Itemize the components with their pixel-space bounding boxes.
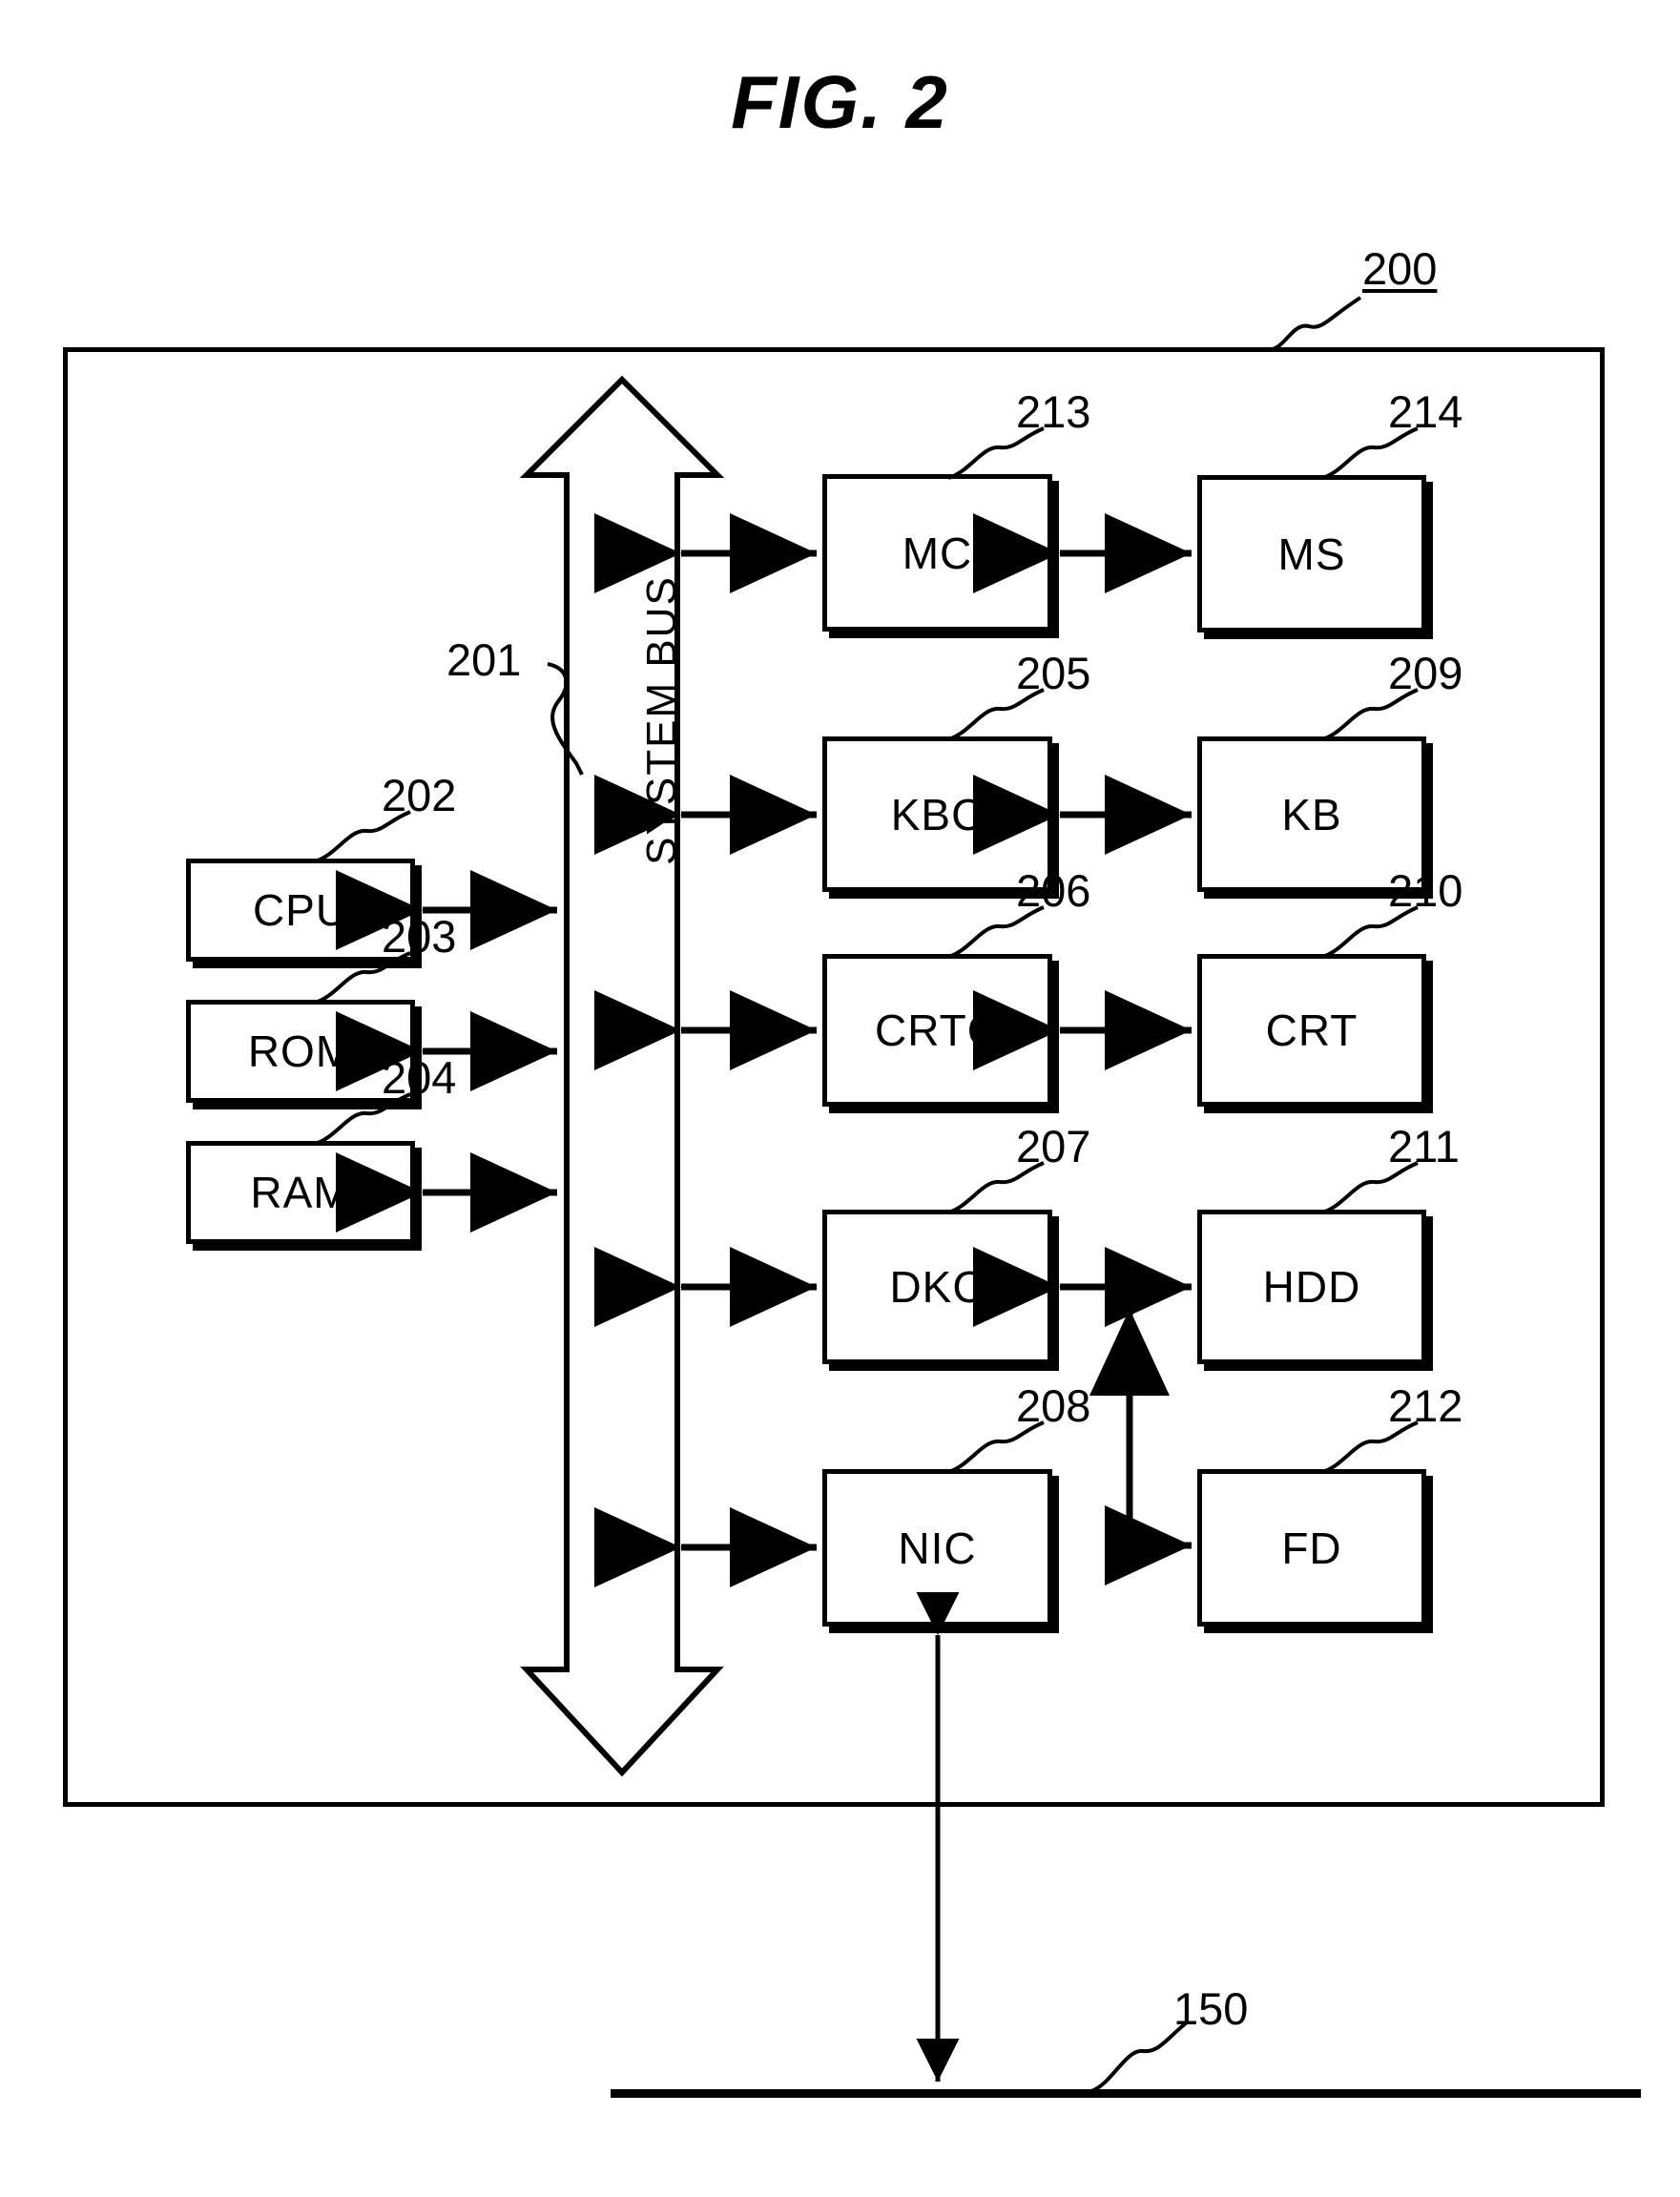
ref-numeral-207: 207 xyxy=(1016,1121,1091,1171)
block-ms: MS xyxy=(1197,475,1426,632)
block-ram-label: RAM xyxy=(250,1168,351,1217)
block-crt-label: CRT xyxy=(1265,1005,1359,1055)
ref-numeral-211: 211 xyxy=(1388,1121,1460,1171)
block-mc: MC xyxy=(822,474,1052,632)
block-mc-label: MC xyxy=(902,528,973,578)
ref-numeral-213: 213 xyxy=(1016,386,1091,437)
block-dkc-label: DKC xyxy=(889,1262,985,1312)
ref-numeral-212: 212 xyxy=(1388,1380,1463,1431)
ref-numeral-201: 201 xyxy=(446,634,522,685)
block-dkc: DKC xyxy=(822,1210,1052,1364)
block-kb-label: KB xyxy=(1281,789,1342,839)
block-kbc-label: KBC xyxy=(890,789,985,839)
figure-title: FIG. 2 xyxy=(731,60,949,144)
ref-numeral-204: 204 xyxy=(382,1052,457,1103)
ref-numeral-200: 200 xyxy=(1362,243,1438,294)
ref-numeral-206: 206 xyxy=(1016,865,1091,916)
ref-numeral-208: 208 xyxy=(1016,1380,1091,1431)
ref-numeral-205: 205 xyxy=(1016,648,1091,698)
system-bus-label: SYSTEM BUS xyxy=(638,575,685,865)
block-nic: NIC xyxy=(822,1469,1052,1627)
network-line-150 xyxy=(611,2089,1641,2098)
block-rom-label: ROM xyxy=(247,1026,354,1076)
block-rom: ROM xyxy=(186,1000,415,1103)
ref-numeral-150: 150 xyxy=(1173,1983,1249,2034)
ref-numeral-202: 202 xyxy=(382,770,457,820)
block-crt: CRT xyxy=(1197,954,1426,1107)
block-hdd-label: HDD xyxy=(1262,1262,1361,1312)
block-hdd: HDD xyxy=(1197,1210,1426,1364)
block-fd-label: FD xyxy=(1281,1523,1342,1573)
block-ram: RAM xyxy=(186,1141,415,1244)
ref-numeral-209: 209 xyxy=(1388,648,1463,698)
block-ms-label: MS xyxy=(1277,529,1346,579)
block-fd: FD xyxy=(1197,1469,1426,1627)
ref-numeral-210: 210 xyxy=(1388,865,1463,916)
ref-numeral-214: 214 xyxy=(1388,386,1463,437)
block-nic-label: NIC xyxy=(898,1523,977,1573)
block-crtc-label: CRTC xyxy=(875,1005,1000,1055)
ref-numeral-203: 203 xyxy=(382,911,457,962)
block-cpu-label: CPU xyxy=(252,885,349,935)
block-cpu: CPU xyxy=(186,859,415,962)
block-crtc: CRTC xyxy=(822,954,1052,1107)
